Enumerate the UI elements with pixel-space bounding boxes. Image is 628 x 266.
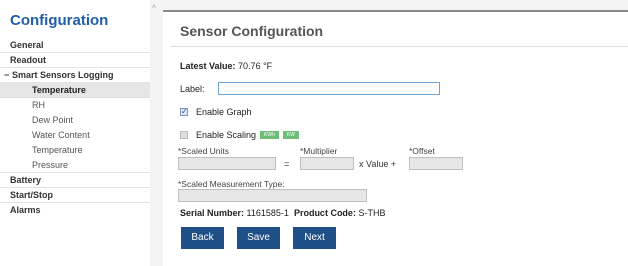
offset-input[interactable]	[409, 157, 463, 170]
latest-value: Latest Value: 70.76 °F	[180, 61, 272, 71]
sidebar-item-readout[interactable]: Readout	[0, 53, 150, 68]
scaled-units-label: *Scaled Units	[178, 146, 230, 156]
enable-scaling-label: Enable Scaling	[196, 130, 257, 140]
next-button[interactable]: Next	[293, 227, 336, 249]
enable-graph-label: Enable Graph	[196, 107, 252, 117]
sidebar-nav: General Readout − Smart Sensors Logging T…	[0, 38, 150, 218]
sidebar-group-smart-sensors-logging[interactable]: − Smart Sensors Logging	[0, 68, 150, 83]
serial-number-value: 1161585-1	[246, 208, 289, 218]
serial-product-line: Serial Number: 1161585-1 Product Code: S…	[180, 208, 385, 218]
scaled-units-input[interactable]	[178, 157, 276, 170]
enable-graph-row[interactable]: Enable Graph	[180, 106, 252, 118]
product-code-value: S-THB	[358, 208, 386, 218]
label-input[interactable]	[218, 82, 440, 95]
sidebar-subitem-dew-point[interactable]: Dew Point	[0, 113, 150, 128]
product-code-label: Product Code:	[293, 208, 356, 218]
sidebar-group-label: Smart Sensors Logging	[12, 70, 114, 80]
latest-value-text: 70.76 °F	[238, 61, 273, 71]
kwh-badge[interactable]: KWh	[260, 130, 279, 139]
sidebar-subitem-water-content[interactable]: Water Content	[0, 128, 150, 143]
label-field-label: Label:	[180, 84, 205, 94]
enable-graph-checkbox[interactable]	[180, 106, 188, 118]
enable-scaling-checkbox[interactable]	[180, 130, 188, 139]
back-button[interactable]: Back	[181, 227, 224, 249]
x-value-plus-text: x Value +	[359, 159, 397, 169]
sidebar-item-battery[interactable]: Battery	[0, 173, 150, 188]
sidebar: Configuration General Readout − Smart Sen…	[0, 0, 150, 266]
scaled-measurement-type-input[interactable]	[178, 189, 367, 202]
scroll-up-icon[interactable]: ˄	[152, 4, 156, 11]
title-divider	[171, 46, 628, 47]
multiplier-input[interactable]	[300, 157, 354, 170]
sidebar-subitem-rh[interactable]: RH	[0, 98, 150, 113]
multiplier-label: *Multiplier	[300, 146, 338, 156]
latest-value-label: Latest Value:	[180, 61, 236, 71]
scaled-measurement-type-label: *Scaled Measurement Type:	[178, 179, 285, 189]
sensor-configuration-panel: Sensor Configuration Latest Value: 70.76…	[163, 10, 628, 266]
sidebar-subitem-temperature-2[interactable]: Temperature	[0, 143, 150, 158]
serial-number-label: Serial Number:	[180, 208, 245, 218]
save-button[interactable]: Save	[237, 227, 280, 249]
sidebar-title: Configuration	[10, 12, 109, 29]
sidebar-subitem-pressure[interactable]: Pressure	[0, 158, 150, 173]
offset-label: *Offset	[409, 146, 435, 156]
sidebar-item-alarms[interactable]: Alarms	[0, 203, 150, 218]
enable-scaling-row[interactable]: Enable Scaling KWh KW	[180, 129, 299, 141]
panel-title: Sensor Configuration	[180, 23, 324, 39]
equals-sign: =	[284, 159, 290, 169]
sidebar-subitem-temperature[interactable]: Temperature	[0, 83, 150, 98]
sidebar-item-start-stop[interactable]: Start/Stop	[0, 188, 150, 203]
kw-badge[interactable]: KW	[282, 130, 299, 139]
collapse-icon[interactable]: −	[4, 68, 12, 83]
sidebar-item-general[interactable]: General	[0, 38, 150, 53]
